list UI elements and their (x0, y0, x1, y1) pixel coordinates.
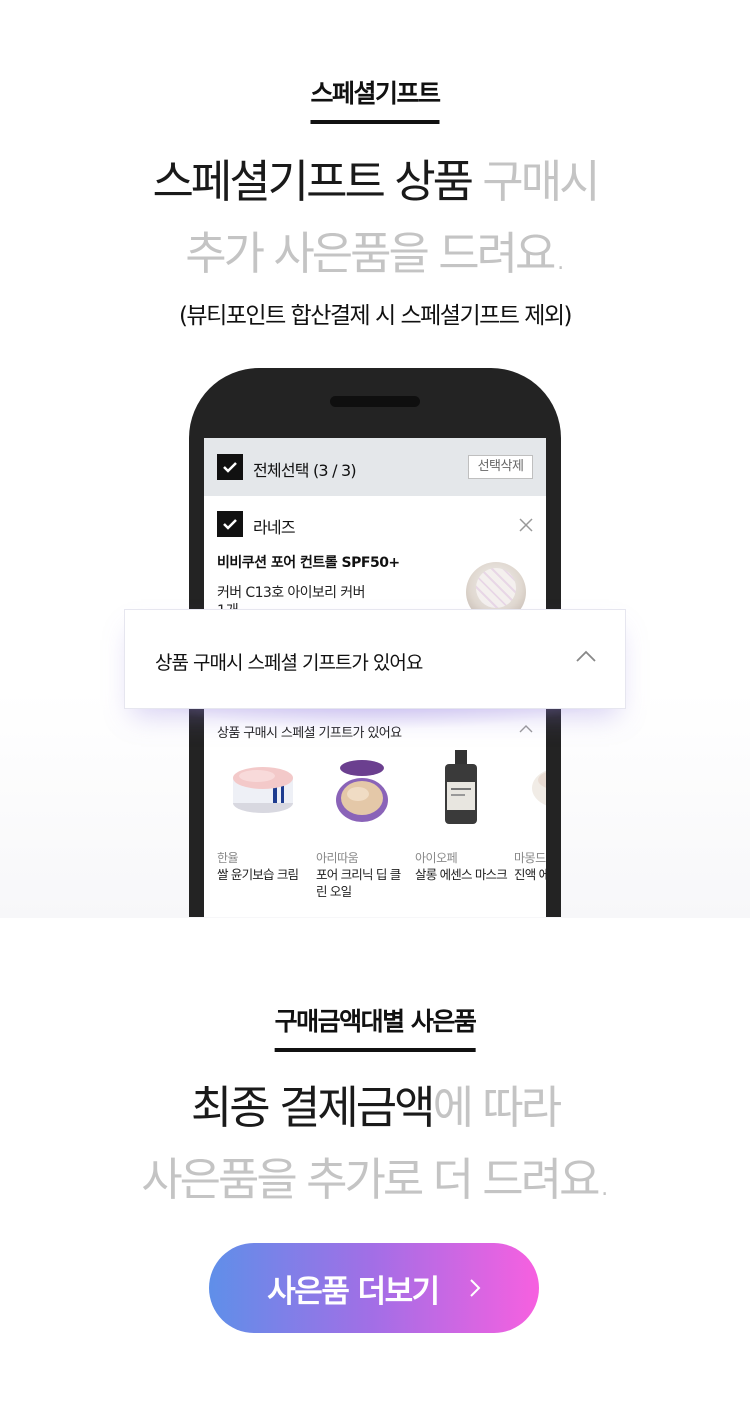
check-icon (223, 462, 237, 473)
cart-item-option: 커버 C13호 아이보리 커버 (217, 585, 365, 601)
select-all-label: 전체선택 (3 / 3) (253, 461, 357, 480)
select-all-checkbox[interactable] (217, 454, 243, 480)
special-gift-headline-highlight: 스페셜기프트 상품 (152, 146, 474, 218)
essence-bottle-image (445, 750, 477, 824)
amount-gift-headline-line2: 사은품을 추가로 더 드려요. (141, 1153, 612, 1206)
amount-gift-headline-line1: 최종 결제금액에 따라 (0, 1072, 750, 1144)
special-gift-headline-line2: 추가 사은품을 드려요. (185, 227, 568, 280)
gift-product-brand: 한율 (217, 851, 239, 865)
cream-jar-image (233, 767, 293, 813)
select-all-bar: 전체선택 (3 / 3) 선택삭제 (204, 438, 546, 496)
cream-jar-image (532, 770, 546, 806)
cart-item-brand: 라네즈 (253, 518, 296, 537)
special-gift-dropdown[interactable]: 상품 구매시 스페셜 기프트가 있어요 (124, 609, 626, 709)
special-gift-subnote: (뷰티포인트 합산결제 시 스페셜기프트 제외) (178, 303, 573, 329)
cart-item-name[interactable]: 비비쿠션 포어 컨트롤 SPF50+ (217, 552, 400, 572)
view-more-gifts-label: 사은품 더보기 (267, 1273, 440, 1310)
gift-product-brand: 마몽드 (514, 851, 546, 865)
phone-speaker (330, 396, 420, 407)
view-more-gifts-button[interactable]: 사은품 더보기 (209, 1243, 539, 1333)
special-gift-dropdown-text: 상품 구매시 스페셜 기프트가 있어요 (155, 652, 423, 674)
gift-product-name: 포어 크리닉 딥 클린 오일 (316, 867, 401, 899)
cushion-compact-image (336, 760, 388, 822)
chevron-up-icon[interactable] (576, 650, 596, 662)
amount-gift-headline-rest: 에 따라 (432, 1081, 563, 1134)
close-icon[interactable] (519, 518, 533, 532)
check-icon (223, 519, 237, 530)
gift-product-name: 쌀 윤기보습 크림 (217, 867, 299, 882)
special-gift-headline-rest: 구매시 (471, 155, 600, 208)
brand-checkbox[interactable] (217, 511, 243, 537)
chevron-right-icon (469, 1279, 481, 1297)
amount-gift-section-label: 구매금액대별 사은품 (274, 1002, 477, 1052)
gift-product-brand: 아이오페 (415, 851, 458, 865)
amount-gift-headline-highlight: 최종 결제금액 (190, 1072, 436, 1144)
gift-product-name: 살롱 에센스 마스크 (415, 867, 508, 882)
special-gift-headline-line1: 스페셜기프트 상품 구매시 (0, 146, 750, 218)
delete-selected-button[interactable]: 선택삭제 (468, 455, 533, 479)
special-gift-section-label: 스페셜기프트 (310, 74, 441, 124)
gift-product-brand: 아리따움 (316, 851, 359, 865)
gift-product-name: 진액 에 (514, 867, 546, 882)
